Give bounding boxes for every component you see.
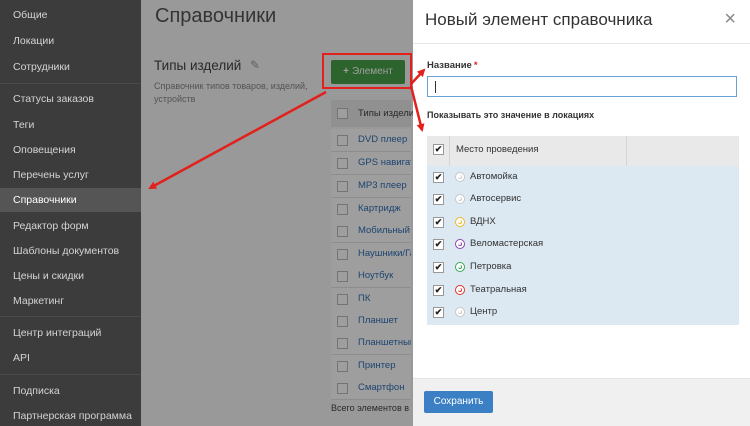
location-color-icon — [455, 307, 465, 317]
location-checkbox[interactable]: ✔ — [433, 194, 444, 205]
sidebar-item-notifications[interactable]: Оповещения — [0, 138, 141, 162]
new-item-modal: Новый элемент справочника × Название * По… — [413, 0, 750, 426]
sidebar-divider — [0, 83, 141, 84]
location-color-icon — [455, 217, 465, 227]
location-name: Автосервис — [470, 193, 522, 204]
select-all-locations-checkbox[interactable]: ✔ — [433, 144, 444, 155]
modal-title: Новый элемент справочника — [425, 10, 653, 29]
name-label-text: Название — [427, 60, 472, 71]
sidebar-item-api[interactable]: API — [0, 346, 141, 370]
location-row[interactable]: ✔ Петровка — [427, 256, 739, 279]
location-checkbox[interactable]: ✔ — [433, 285, 444, 296]
location-row[interactable]: ✔ ВДНХ — [427, 211, 739, 234]
modal-divider — [413, 43, 750, 44]
sidebar-divider — [0, 316, 141, 317]
locations-label: Показывать это значение в локациях — [427, 110, 595, 120]
sidebar-item-employees[interactable]: Сотрудники — [0, 55, 141, 79]
location-name: Веломастерская — [470, 238, 544, 249]
location-checkbox[interactable]: ✔ — [433, 217, 444, 228]
sidebar-item-directories[interactable]: Справочники — [0, 188, 141, 212]
location-color-icon — [455, 285, 465, 295]
locations-header: ✔ Место проведения — [427, 136, 739, 166]
sidebar-item-prices[interactable]: Цены и скидки — [0, 264, 141, 288]
annotation-highlight-box — [322, 53, 412, 89]
location-color-icon — [455, 172, 465, 182]
sidebar-item-order-statuses[interactable]: Статусы заказов — [0, 87, 141, 111]
sidebar-item-general[interactable]: Общие — [0, 3, 141, 27]
header-divider — [449, 136, 450, 166]
location-color-icon — [455, 194, 465, 204]
sidebar-item-integrations[interactable]: Центр интеграций — [0, 321, 141, 345]
location-name: Центр — [470, 306, 498, 317]
sidebar-item-services[interactable]: Перечень услуг — [0, 163, 141, 187]
close-icon[interactable]: × — [724, 8, 736, 31]
header-divider — [626, 136, 627, 166]
location-name: ВДНХ — [470, 216, 496, 227]
sidebar: Общие Локации Сотрудники Статусы заказов… — [0, 0, 141, 426]
location-row[interactable]: ✔ Веломастерская — [427, 233, 739, 256]
sidebar-item-partners[interactable]: Партнерская программа — [0, 404, 141, 426]
required-mark: * — [473, 60, 478, 71]
location-checkbox[interactable]: ✔ — [433, 262, 444, 273]
location-name: Театральная — [470, 284, 527, 295]
location-row[interactable]: ✔ Автосервис — [427, 188, 739, 211]
sidebar-item-tags[interactable]: Теги — [0, 113, 141, 137]
sidebar-item-marketing[interactable]: Маркетинг — [0, 289, 141, 313]
sidebar-item-locations[interactable]: Локации — [0, 29, 141, 53]
location-row[interactable]: ✔ Автомойка — [427, 166, 739, 189]
save-button[interactable]: Сохранить — [424, 391, 493, 413]
sidebar-item-subscription[interactable]: Подписка — [0, 379, 141, 403]
sidebar-item-form-editor[interactable]: Редактор форм — [0, 214, 141, 238]
text-caret — [435, 81, 436, 93]
location-row[interactable]: ✔ Театральная — [427, 279, 739, 302]
location-color-icon — [455, 262, 465, 272]
locations-header-label: Место проведения — [456, 144, 539, 155]
location-name: Автомойка — [470, 171, 518, 182]
sidebar-item-doc-templates[interactable]: Шаблоны документов — [0, 239, 141, 263]
location-checkbox[interactable]: ✔ — [433, 239, 444, 250]
sidebar-divider — [0, 374, 141, 375]
location-color-icon — [455, 239, 465, 249]
name-field-label: Название * — [427, 60, 478, 71]
locations-table: ✔ Место проведения ✔ Автомойка ✔ Автосер… — [427, 136, 739, 325]
location-name: Петровка — [470, 261, 512, 272]
location-checkbox[interactable]: ✔ — [433, 172, 444, 183]
location-row[interactable]: ✔ Центр — [427, 301, 739, 324]
location-checkbox[interactable]: ✔ — [433, 307, 444, 318]
modal-footer: Сохранить — [413, 378, 750, 426]
name-input[interactable] — [427, 76, 737, 97]
